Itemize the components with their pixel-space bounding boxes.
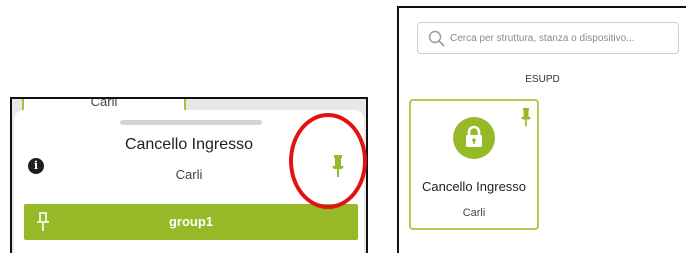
search-box[interactable] bbox=[417, 22, 679, 54]
pin-filled-icon[interactable] bbox=[519, 107, 533, 127]
device-detail-panel: Carli i Cancello Ingresso Carli group1 bbox=[10, 97, 368, 253]
search-icon bbox=[428, 30, 445, 47]
device-location: Carli bbox=[175, 167, 203, 182]
sheet-drag-handle[interactable] bbox=[120, 120, 262, 125]
search-input[interactable] bbox=[450, 29, 670, 47]
group-button-label: group1 bbox=[168, 214, 214, 229]
background-card-label: Carli bbox=[90, 97, 118, 109]
device-icon-circle bbox=[453, 117, 495, 159]
device-card-title: Cancello Ingresso bbox=[421, 179, 527, 194]
group-button[interactable]: group1 bbox=[24, 204, 358, 240]
group-heading: ESUPD bbox=[525, 74, 560, 85]
device-card[interactable]: Cancello Ingresso Carli bbox=[409, 99, 539, 230]
lock-icon bbox=[466, 125, 482, 147]
pin-filled-icon[interactable] bbox=[329, 154, 347, 178]
bottom-sheet: i Cancello Ingresso Carli group1 bbox=[14, 110, 364, 253]
device-title: Cancello Ingresso bbox=[124, 136, 254, 153]
device-card-location: Carli bbox=[462, 207, 486, 219]
device-list-panel: ESUPD Cancello Ingresso Carli bbox=[397, 6, 686, 253]
